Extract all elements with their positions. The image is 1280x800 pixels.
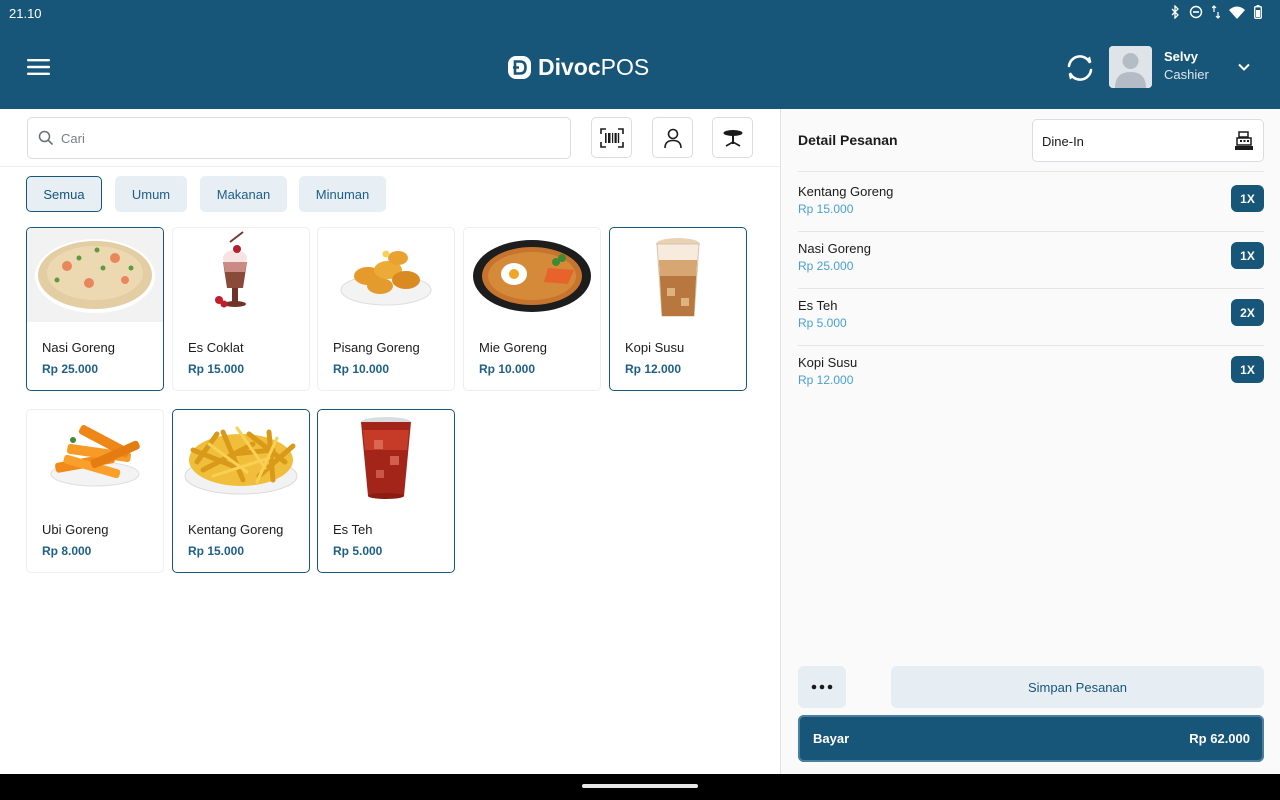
order-item-price: Rp 5.000	[798, 316, 847, 330]
battery-icon	[1254, 5, 1262, 19]
order-item-price: Rp 25.000	[798, 259, 854, 273]
dine-option-label: Dine-In	[1042, 134, 1084, 149]
iced-coffee-image	[610, 228, 746, 322]
product-name: Ubi Goreng	[42, 522, 109, 537]
person-icon	[663, 128, 682, 148]
product-card[interactable]: Ubi Goreng Rp 8.000	[26, 409, 164, 573]
fried-rice-image	[27, 228, 163, 322]
product-card[interactable]: Nasi Goreng Rp 25.000	[26, 227, 164, 391]
order-item-name: Kentang Goreng	[798, 184, 894, 199]
product-name: Mie Goreng	[479, 340, 547, 355]
order-item-qty[interactable]: 2X	[1231, 299, 1264, 326]
cash-register-icon	[1235, 131, 1253, 150]
table-icon	[723, 129, 742, 147]
app-header: 21.10 DivocPOS Selvy Cashier	[0, 0, 1280, 109]
order-divider	[798, 345, 1264, 346]
tab-umum[interactable]: Umum	[115, 176, 187, 212]
hamburger-menu-icon	[27, 59, 50, 75]
pay-label: Bayar	[813, 731, 850, 746]
menu-button[interactable]	[26, 56, 52, 78]
product-name: Kopi Susu	[625, 340, 685, 355]
status-time: 21.10	[9, 6, 42, 21]
wifi-icon	[1229, 6, 1245, 19]
product-price: Rp 5.000	[333, 544, 383, 558]
order-panel: Detail Pesanan Dine-In Kentang Goreng Rp…	[780, 109, 1280, 774]
product-name: Es Coklat	[188, 340, 244, 355]
customer-button[interactable]	[652, 117, 693, 158]
status-icons	[1170, 5, 1262, 19]
sync-icon	[1067, 55, 1093, 81]
fried-banana-image	[318, 228, 454, 322]
table-select-button[interactable]	[712, 117, 753, 158]
product-card[interactable]: Es Coklat Rp 15.000	[172, 227, 310, 391]
search-icon	[38, 130, 54, 146]
user-menu-button[interactable]	[1236, 60, 1252, 74]
product-name: Pisang Goreng	[333, 340, 420, 355]
order-item-price: Rp 15.000	[798, 202, 854, 216]
dine-option-select[interactable]: Dine-In	[1032, 119, 1264, 162]
product-name: Nasi Goreng	[42, 340, 115, 355]
brand-name-light: POS	[600, 54, 650, 80]
product-card[interactable]: Pisang Goreng Rp 10.000	[317, 227, 455, 391]
save-order-button[interactable]: Simpan Pesanan	[891, 666, 1264, 708]
order-divider	[798, 288, 1264, 289]
brand-name-strong: Divoc	[538, 54, 601, 80]
search-box[interactable]	[27, 117, 571, 159]
pay-button[interactable]: Bayar Rp 62.000	[798, 715, 1264, 762]
fried-sweet-potato-image	[27, 410, 163, 504]
more-options-button[interactable]	[798, 666, 846, 708]
bluetooth-icon	[1171, 5, 1179, 19]
product-price: Rp 8.000	[42, 544, 92, 558]
logo-mark-icon	[508, 56, 531, 79]
order-item-name: Es Teh	[798, 298, 838, 313]
search-input[interactable]	[61, 127, 551, 149]
order-item-qty[interactable]: 1X	[1231, 185, 1264, 212]
product-price: Rp 15.000	[188, 544, 245, 558]
order-divider	[798, 171, 1264, 172]
avatar[interactable]	[1109, 46, 1152, 88]
fried-noodles-image	[464, 228, 600, 322]
sync-button[interactable]	[1063, 51, 1097, 85]
user-placeholder-icon	[1109, 46, 1152, 88]
more-dots-icon	[811, 684, 833, 690]
home-gesture-handle[interactable]	[582, 784, 698, 788]
order-item-qty[interactable]: 1X	[1231, 356, 1264, 383]
product-card[interactable]: Es Teh Rp 5.000	[317, 409, 455, 573]
data-arrows-icon	[1212, 5, 1220, 19]
pay-total: Rp 62.000	[1189, 731, 1250, 746]
product-card[interactable]: Kopi Susu Rp 12.000	[609, 227, 747, 391]
iced-tea-image	[318, 410, 454, 504]
product-price: Rp 25.000	[42, 362, 99, 376]
system-nav-bar	[0, 774, 1280, 800]
order-divider	[798, 231, 1264, 232]
product-price: Rp 15.000	[188, 362, 245, 376]
app-logo: DivocPOS	[507, 54, 649, 81]
product-name: Es Teh	[333, 522, 373, 537]
order-item-price: Rp 12.000	[798, 373, 854, 387]
user-name: Selvy	[1164, 49, 1198, 64]
product-card[interactable]: Kentang Goreng Rp 15.000	[172, 409, 310, 573]
french-fries-image	[173, 410, 309, 504]
search-divider	[0, 166, 780, 167]
tab-makanan[interactable]: Makanan	[200, 176, 287, 212]
order-item-name: Nasi Goreng	[798, 241, 871, 256]
product-name: Kentang Goreng	[188, 522, 284, 537]
product-price: Rp 10.000	[479, 362, 536, 376]
product-price: Rp 10.000	[333, 362, 390, 376]
tab-minuman[interactable]: Minuman	[299, 176, 386, 212]
chocolate-drink-image	[173, 228, 309, 322]
tab-semua[interactable]: Semua	[26, 176, 102, 212]
chevron-down-icon	[1238, 63, 1250, 71]
user-role: Cashier	[1164, 67, 1209, 82]
barcode-scan-icon	[599, 127, 624, 148]
product-price: Rp 12.000	[625, 362, 682, 376]
order-title: Detail Pesanan	[798, 132, 898, 148]
order-item-qty[interactable]: 1X	[1231, 242, 1264, 269]
barcode-scan-button[interactable]	[591, 117, 632, 158]
product-card[interactable]: Mie Goreng Rp 10.000	[463, 227, 601, 391]
order-item-name: Kopi Susu	[798, 355, 858, 370]
do-not-disturb-icon	[1189, 5, 1203, 19]
